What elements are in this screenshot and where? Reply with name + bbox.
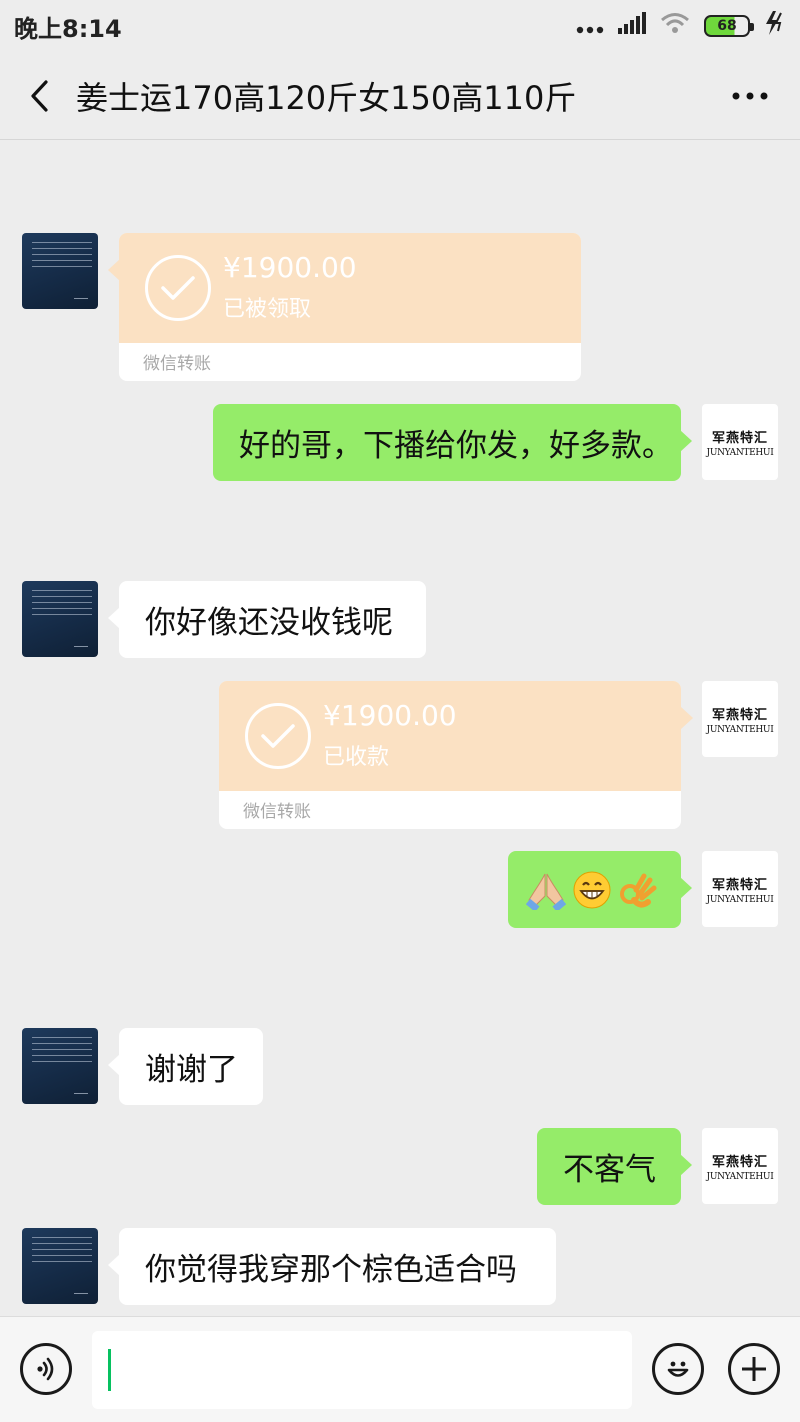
contact-avatar[interactable] — [22, 1228, 98, 1304]
charging-icon — [764, 11, 786, 41]
contact-avatar[interactable] — [22, 233, 98, 309]
wifi-icon — [660, 12, 690, 40]
transfer-status: 已收款 — [323, 745, 390, 770]
voice-icon — [37, 1357, 54, 1381]
brand-logo-subtext: JUNYANTEHUI — [706, 447, 774, 458]
status-bar: 晚上8:14 68 — [0, 0, 800, 52]
transfer-card[interactable]: ¥1900.00 已被领取 微信转账 — [119, 233, 581, 381]
brand-logo-text: 军燕特汇 — [711, 1154, 768, 1170]
message-bubble-sent[interactable]: 不客气 — [537, 1128, 692, 1205]
emoji-button[interactable] — [652, 1343, 704, 1395]
message-text: 不客气 — [563, 1152, 656, 1188]
transfer-amount: ¥1900.00 — [323, 699, 457, 732]
emoji-icon — [667, 1361, 689, 1377]
message-text: 你好像还没收钱呢 — [145, 605, 393, 641]
brand-logo-subtext: JUNYANTEHUI — [706, 894, 774, 905]
message-bubble-received[interactable]: 谢谢了 — [108, 1028, 263, 1105]
contact-avatar[interactable] — [22, 1028, 98, 1104]
my-avatar[interactable]: 军燕特汇 JUNYANTEHUI — [702, 851, 778, 927]
status-icons: 68 — [576, 11, 786, 41]
back-button[interactable] — [4, 52, 74, 140]
bubble-tail — [681, 707, 693, 729]
brand-logo-text: 军燕特汇 — [711, 430, 768, 446]
check-icon — [145, 255, 211, 321]
message-bubble-received[interactable]: 你好像还没收钱呢 — [108, 581, 426, 658]
input-bar — [0, 1316, 800, 1422]
message-bubble-sent[interactable] — [508, 851, 692, 928]
battery-icon: 68 — [704, 15, 754, 37]
message-input[interactable] — [92, 1331, 632, 1409]
brand-logo-subtext: JUNYANTEHUI — [706, 1171, 774, 1182]
plus-icon — [742, 1357, 766, 1381]
transfer-amount: ¥1900.00 — [223, 251, 357, 284]
emoji-row — [526, 870, 658, 910]
check-icon — [245, 703, 311, 769]
message-text: 好的哥，下播给你发，好多款。 — [239, 428, 673, 464]
chat-header: 姜士运170高120斤女150高110斤 — [0, 52, 800, 140]
voice-button[interactable] — [20, 1343, 72, 1395]
my-avatar[interactable]: 军燕特汇 JUNYANTEHUI — [702, 681, 778, 757]
transfer-card[interactable]: ¥1900.00 已收款 微信转账 — [219, 681, 681, 829]
more-icon — [732, 92, 768, 100]
contact-avatar[interactable] — [22, 581, 98, 657]
folded-hands-icon — [526, 873, 566, 910]
ok-hand-icon — [620, 873, 657, 908]
more-dots-icon — [576, 12, 604, 40]
message-bubble-received[interactable]: 你觉得我穿那个棕色适合吗 — [108, 1228, 556, 1305]
message-bubble-sent[interactable]: 好的哥，下播给你发，好多款。 — [213, 404, 692, 481]
transfer-status: 已被领取 — [223, 297, 312, 322]
grinning-face-icon — [573, 871, 611, 908]
message-text: 谢谢了 — [145, 1052, 238, 1088]
text-caret — [108, 1349, 111, 1391]
more-options-button[interactable] — [730, 76, 770, 116]
chevron-left-icon — [31, 79, 48, 112]
battery-level: 68 — [717, 18, 737, 34]
my-avatar[interactable]: 军燕特汇 JUNYANTEHUI — [702, 1128, 778, 1204]
brand-logo-text: 军燕特汇 — [711, 877, 768, 893]
my-avatar[interactable]: 军燕特汇 JUNYANTEHUI — [702, 404, 778, 480]
signal-icon — [618, 12, 646, 40]
plus-button[interactable] — [728, 1343, 780, 1395]
transfer-footer: 微信转账 — [143, 354, 211, 374]
chat-title: 姜士运170高120斤女150高110斤 — [76, 78, 577, 117]
brand-logo-subtext: JUNYANTEHUI — [706, 724, 774, 735]
message-text: 你觉得我穿那个棕色适合吗 — [145, 1252, 517, 1288]
transfer-footer: 微信转账 — [243, 802, 311, 822]
brand-logo-text: 军燕特汇 — [711, 707, 768, 723]
status-time: 晚上8:14 — [14, 14, 122, 43]
